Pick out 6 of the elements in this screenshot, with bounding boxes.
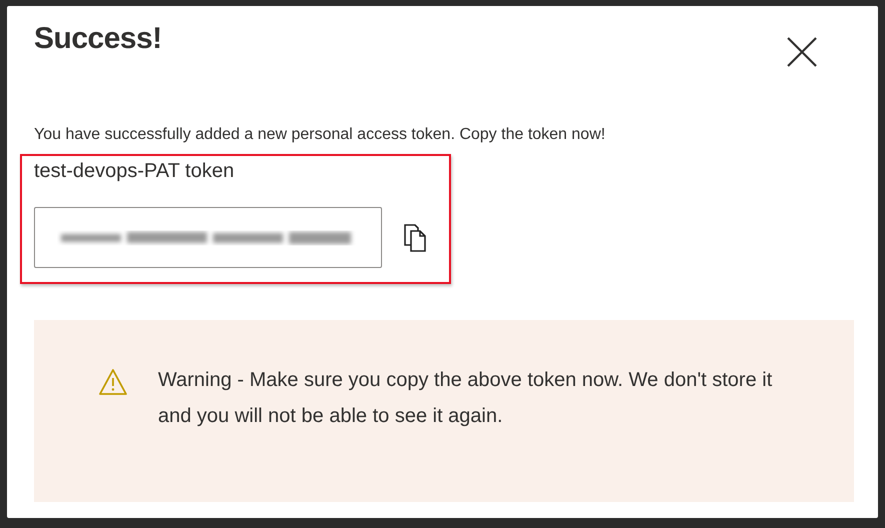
warning-text: Warning - Make sure you copy the above token now. We don't store it and you will not be able to see it again. [158,368,774,429]
token-field[interactable] [34,207,382,268]
dialog-title: Success! [34,22,162,56]
token-name: test-devops-PAT token [34,160,234,183]
warning-icon [98,368,128,396]
success-message: You have successfully added a new personal access token. Copy the token now! [34,126,606,144]
